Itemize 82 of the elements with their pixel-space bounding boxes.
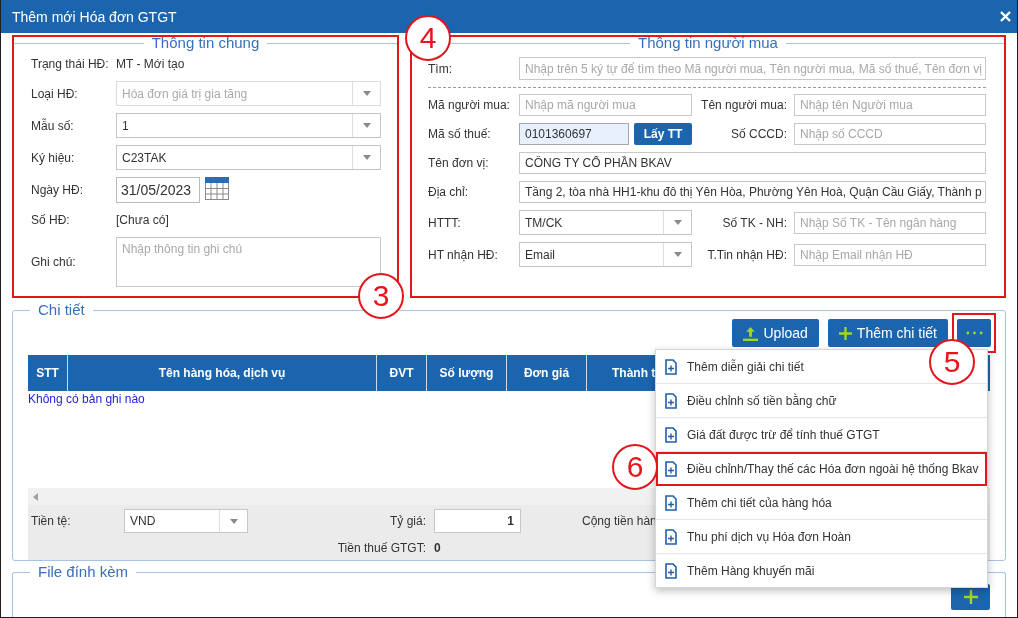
column-header: Tên hàng hóa, dịch vụ	[68, 355, 377, 391]
plus-icon	[963, 590, 978, 604]
field-label: Tiền tệ:	[31, 514, 72, 528]
caret-icon	[362, 123, 371, 128]
add-document-icon	[665, 494, 677, 511]
field-label: Tiền thuế GTGT:	[337, 541, 426, 555]
field-label: Ký hiệu:	[31, 150, 76, 165]
text-field[interactable]: Nhập tên Người mua	[794, 94, 986, 116]
ellipsis-icon	[965, 331, 983, 335]
window-title: Thêm mới Hóa đơn GTGT	[12, 8, 177, 25]
field-label: Địa chỉ:	[428, 185, 469, 199]
add-button[interactable]: Thêm chi tiết	[827, 319, 948, 347]
add-document-icon	[665, 358, 677, 375]
caret-icon	[362, 91, 371, 96]
field-value: [Chưa có]	[116, 212, 169, 229]
caret-icon	[229, 518, 238, 524]
menu-item[interactable]: Điều chỉnh/Thay thế các Hóa đơn ngoài hệ thống Bkav	[656, 452, 987, 486]
more-button[interactable]	[957, 319, 991, 347]
column-header: ĐVT	[377, 355, 427, 391]
section-legend: File đính kèm	[30, 565, 137, 579]
add-document-icon	[665, 460, 677, 477]
column-header: Đơn giá	[507, 355, 587, 391]
field-label: Ngày HĐ:	[31, 183, 84, 197]
plus-icon	[838, 326, 852, 340]
search-field[interactable]: Nhập trên 5 ký tự để tìm theo Mã người mua, Tên người mua, Mã số thuế, Tên đơn vị	[519, 57, 986, 80]
field-label: Loại HĐ:	[31, 86, 79, 101]
column-header: STT	[28, 355, 68, 391]
text-field[interactable]: 0101360697	[519, 123, 629, 145]
section-legend: Chi tiết	[30, 303, 93, 317]
field-label: Tên người mua:	[701, 98, 788, 112]
lookup-button[interactable]: Lấy TT	[634, 123, 692, 145]
add-document-icon	[665, 562, 677, 579]
menu-item[interactable]: Giá đất được trừ để tính thuế GTGT	[656, 418, 987, 452]
field-label: Mã số thuế:	[428, 127, 492, 141]
dropdown[interactable]: 1	[116, 113, 381, 138]
field-value: 0	[433, 541, 441, 555]
text-field[interactable]: Tầng 2, tòa nhà HH1-khu đô thị Yên Hòa, Phường Yên Hoà, Quận Cầu Giấy, Thành p	[519, 181, 986, 203]
text-field[interactable]: Nhập Email nhận HĐ	[794, 243, 986, 266]
close-icon[interactable]	[1000, 11, 1011, 22]
callout-number: 3	[358, 273, 404, 319]
field-label: Tên đơn vị:	[428, 156, 490, 170]
add-document-icon	[665, 528, 677, 545]
dropdown[interactable]: TM/CK	[519, 210, 692, 235]
field-label: HTTT:	[428, 215, 462, 230]
calendar-icon[interactable]	[205, 177, 229, 200]
callout-number: 6	[612, 444, 658, 490]
field-label: Số HĐ:	[31, 213, 71, 227]
field-label: Mẫu số:	[31, 118, 75, 133]
field-label: Tỷ giá:	[390, 514, 426, 528]
field-value: MT - Mới tạo	[116, 56, 185, 73]
menu-item[interactable]: Thêm chi tiết của hàng hóa	[656, 486, 987, 520]
add-document-icon	[665, 426, 677, 443]
note-field[interactable]: Nhập thông tin ghi chú	[116, 237, 381, 287]
field-label: Tìm:	[428, 61, 453, 76]
dropdown[interactable]: Email	[519, 242, 692, 267]
dropdown[interactable]: C23TAK	[116, 145, 381, 170]
field-label: HT nhận HĐ:	[428, 247, 499, 262]
date-field[interactable]: 31/05/2023	[116, 177, 200, 203]
caret-icon	[362, 155, 371, 160]
field-label: Mã người mua:	[428, 98, 511, 112]
text-field[interactable]: Nhập mã người mua	[519, 94, 692, 116]
add-document-icon	[665, 392, 677, 409]
field-label: Ghi chú:	[31, 255, 77, 269]
field-label: Trạng thái HĐ:	[31, 57, 110, 71]
text-field[interactable]: Nhập Số TK - Tên ngân hàng	[794, 211, 986, 234]
menu-item[interactable]: Điều chỉnh số tiền bằng chữ	[656, 384, 987, 418]
upload-button[interactable]: Upload	[732, 319, 819, 347]
field-label: Số CCCD:	[731, 127, 788, 141]
field-label: T.Tin nhận HĐ:	[707, 247, 788, 262]
rate-field[interactable]: 1	[434, 509, 521, 533]
menu-item[interactable]: Thêm Hàng khuyến mãi	[656, 554, 987, 587]
text-field[interactable]: Nhập số CCCD	[794, 123, 986, 145]
upload-icon	[743, 325, 759, 341]
dropdown[interactable]: VND	[124, 509, 248, 533]
text-field[interactable]: CÔNG TY CỔ PHẦN BKAV	[519, 152, 986, 174]
column-header: Thành t	[611, 365, 655, 382]
caret-icon	[673, 220, 682, 225]
field-label: Số TK - NH:	[722, 215, 788, 230]
caret-icon	[673, 252, 682, 257]
column-header: Số lượng	[427, 355, 507, 391]
empty-message: Không có bản ghi nào	[28, 392, 145, 406]
menu-item[interactable]: Thu phí dịch vụ Hóa đơn Hoàn	[656, 520, 987, 554]
